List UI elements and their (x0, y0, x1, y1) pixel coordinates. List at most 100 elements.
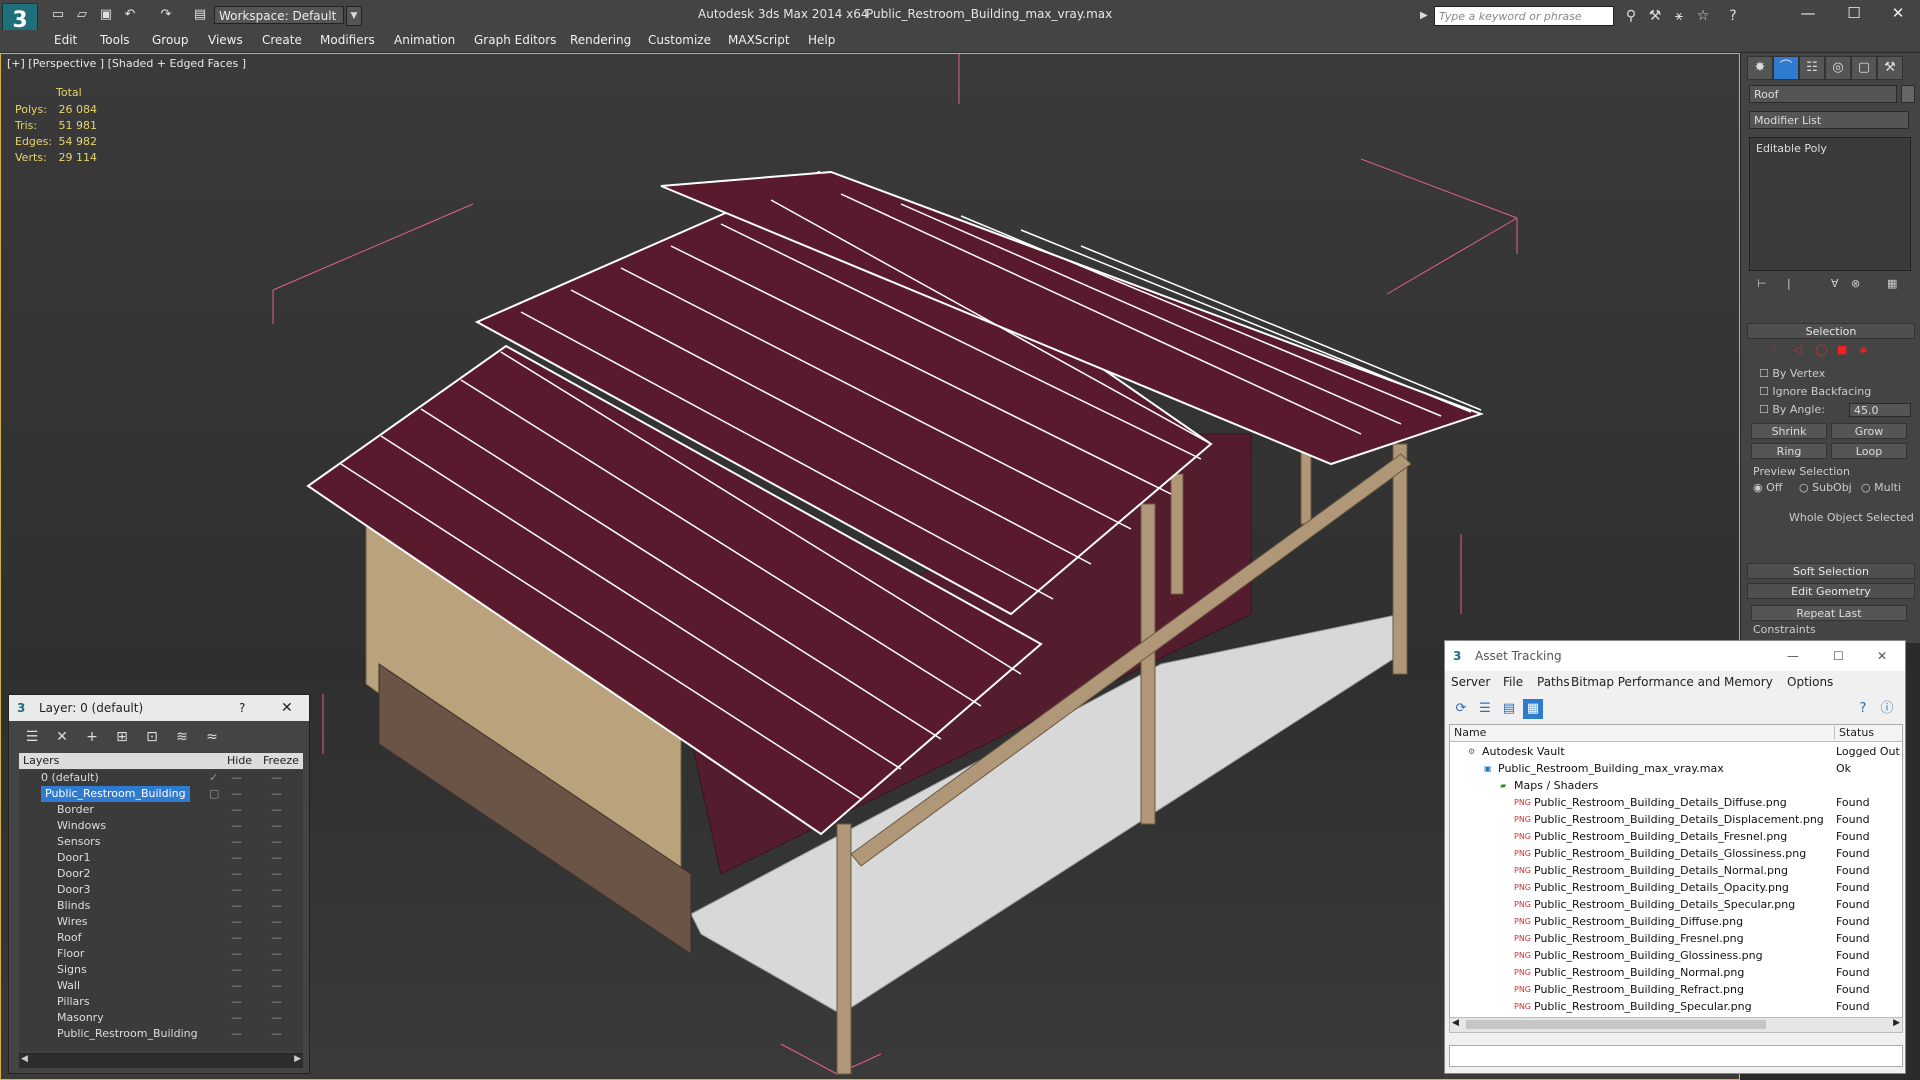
object-color-swatch[interactable] (1901, 85, 1915, 103)
asset-path-field[interactable] (1449, 1045, 1903, 1067)
redo-icon[interactable]: ↷ (156, 6, 176, 24)
layer-row[interactable]: Roof — — (19, 930, 303, 946)
edge-mode-icon[interactable]: ◁ (1793, 343, 1801, 356)
add-layer-icon[interactable]: + (81, 727, 103, 747)
list-view-icon[interactable]: ☰ (1475, 699, 1495, 719)
new-file-icon[interactable]: ▭ (48, 6, 68, 24)
asset-row[interactable]: ▣ Public_Restroom_Building_max_vray.max Ok (1450, 760, 1902, 777)
menu-views[interactable]: Views (208, 33, 243, 47)
menu-tools[interactable]: Tools (100, 33, 130, 47)
shrink-button[interactable]: Shrink (1751, 423, 1827, 439)
layer-row[interactable]: Sensors — — (19, 834, 303, 850)
asset-row[interactable]: PNG Public_Restroom_Building_Details_Norm… (1450, 862, 1902, 879)
layer-row[interactable]: Border — — (19, 802, 303, 818)
asset-row[interactable]: PNG Public_Restroom_Building_Fresnel.png F… (1450, 930, 1902, 947)
asset-row[interactable]: PNG Public_Restroom_Building_Refract.png F… (1450, 981, 1902, 998)
asset-window-titlebar[interactable]: 3 Asset Tracking — ☐ ✕ (1445, 641, 1905, 671)
minimize-icon[interactable]: — (1787, 641, 1799, 671)
layer-row[interactable]: Windows — — (19, 818, 303, 834)
menu-modifiers[interactable]: Modifiers (320, 33, 375, 47)
col-status[interactable]: Status (1834, 726, 1874, 739)
asset-row[interactable]: PNG Public_Restroom_Building_Normal.png Fo… (1450, 964, 1902, 981)
menu-graph-editors[interactable]: Graph Editors (474, 33, 556, 47)
menu-customize[interactable]: Customize (648, 33, 711, 47)
asset-row[interactable]: PNG Public_Restroom_Building_Specular.png… (1450, 998, 1902, 1015)
table-view-icon[interactable]: ▦ (1523, 699, 1543, 719)
create-tab-icon[interactable]: ✸ (1747, 56, 1773, 80)
border-mode-icon[interactable]: ◯ (1815, 343, 1827, 356)
stack-item-editable-poly[interactable]: Editable Poly (1756, 142, 1904, 155)
preview-multi-radio[interactable]: ○ Multi (1861, 481, 1901, 494)
layer-row[interactable]: Wires — — (19, 914, 303, 930)
menu-maxscript[interactable]: MAXScript (728, 33, 790, 47)
layer-row[interactable]: Wall — — (19, 978, 303, 994)
polygon-mode-icon[interactable]: ■ (1837, 343, 1847, 356)
hierarchy-tab-icon[interactable]: ☷ (1799, 56, 1825, 80)
help-button[interactable]: ? (239, 695, 245, 721)
layer-row[interactable]: Public_Restroom_Building — — (19, 1026, 303, 1042)
search-expand-icon[interactable]: ▶ (1420, 6, 1432, 26)
angle-spinner[interactable]: 45.0 (1849, 403, 1911, 417)
communication-icon[interactable]: ⚹ (1670, 7, 1688, 25)
menu-rendering[interactable]: Rendering (570, 33, 631, 47)
asset-row[interactable]: PNG Public_Restroom_Building_Details_Diff… (1450, 794, 1902, 811)
object-name-field[interactable]: Roof (1749, 85, 1897, 103)
remove-modifier-icon[interactable]: ⊗ (1851, 277, 1860, 290)
layer-row[interactable]: Masonry — — (19, 1010, 303, 1026)
scroll-right-icon[interactable]: ▶ (1893, 1018, 1900, 1028)
modifier-stack[interactable]: Editable Poly (1749, 137, 1911, 271)
col-name[interactable]: Name (1454, 726, 1486, 739)
maximize-icon[interactable]: ☐ (1834, 2, 1874, 24)
save-file-icon[interactable]: ▣ (96, 6, 116, 24)
favorites-star-icon[interactable]: ☆ (1694, 7, 1712, 25)
col-freeze[interactable]: Freeze (263, 754, 299, 767)
utilities-tab-icon[interactable]: ⚒ (1877, 56, 1903, 80)
asset-horizontal-scrollbar[interactable]: ◀ ▶ (1449, 1017, 1903, 1033)
asset-row[interactable]: ▰ Maps / Shaders (1450, 777, 1902, 794)
asset-menu-paths[interactable]: Paths (1537, 675, 1570, 689)
close-icon[interactable]: ✕ (281, 695, 293, 721)
by-angle-checkbox[interactable]: ☐ By Angle: (1759, 403, 1825, 416)
select-objects-icon[interactable]: ⊡ (141, 727, 163, 747)
asset-menu-file[interactable]: File (1503, 675, 1523, 689)
asset-row[interactable]: PNG Public_Restroom_Building_Glossiness.p… (1450, 947, 1902, 964)
project-folder-icon[interactable]: ▤ (190, 6, 210, 24)
binoculars-icon[interactable]: ⚲ (1622, 7, 1640, 25)
close-icon[interactable]: ✕ (1877, 641, 1887, 671)
configure-sets-icon[interactable]: ▦ (1887, 277, 1897, 290)
asset-menu-server[interactable]: Server (1451, 675, 1490, 689)
layer-row[interactable]: Pillars — — (19, 994, 303, 1010)
layer-tool-icon[interactable]: ☰ (21, 727, 43, 747)
col-hide[interactable]: Hide (227, 754, 252, 767)
modifier-list-dropdown[interactable]: Modifier List (1749, 111, 1909, 129)
layer-row[interactable]: Door2— — (19, 866, 303, 882)
selection-rollout[interactable]: Selection (1747, 323, 1915, 339)
menu-animation[interactable]: Animation (394, 33, 455, 47)
motion-tab-icon[interactable]: ◎ (1825, 56, 1851, 80)
soft-selection-rollout[interactable]: Soft Selection (1747, 563, 1915, 579)
layer-row[interactable]: Public_Restroom_Building ▢ — — (19, 786, 303, 802)
col-layers[interactable]: Layers (23, 754, 59, 767)
refresh-icon[interactable]: ⟳ (1451, 699, 1471, 719)
help-icon[interactable]: ? (1853, 699, 1873, 719)
workspace-dropdown[interactable]: Workspace: Default (214, 6, 344, 24)
layer-row[interactable]: Door3— — (19, 882, 303, 898)
modify-tab-icon[interactable]: ⌒ (1773, 56, 1799, 80)
asset-menu-bitmap[interactable]: Bitmap Performance and Memory (1571, 675, 1773, 689)
asset-row[interactable]: ⚙ Autodesk Vault Logged Out (1450, 743, 1902, 760)
close-icon[interactable]: ✕ (1878, 2, 1918, 24)
chevron-down-icon[interactable]: ▼ (346, 6, 362, 26)
subscription-icon[interactable]: ⚒ (1646, 7, 1664, 25)
delete-layer-icon[interactable]: ✕ (51, 727, 73, 747)
asset-row[interactable]: PNG Public_Restroom_Building_Details_Glos… (1450, 845, 1902, 862)
asset-row[interactable]: PNG Public_Restroom_Building_Details_Spec… (1450, 896, 1902, 913)
display-tab-icon[interactable]: ▢ (1851, 56, 1877, 80)
asset-row[interactable]: PNG Public_Restroom_Building_Diffuse.png F… (1450, 913, 1902, 930)
scroll-right-icon[interactable]: ▶ (294, 1054, 301, 1064)
edit-geometry-rollout[interactable]: Edit Geometry (1747, 583, 1915, 599)
grow-button[interactable]: Grow (1831, 423, 1907, 439)
add-selected-icon[interactable]: ⊞ (111, 727, 133, 747)
asset-menu-options[interactable]: Options (1787, 675, 1833, 689)
by-vertex-checkbox[interactable]: ☐ By Vertex (1759, 367, 1825, 380)
element-mode-icon[interactable]: ◈ (1859, 343, 1867, 356)
